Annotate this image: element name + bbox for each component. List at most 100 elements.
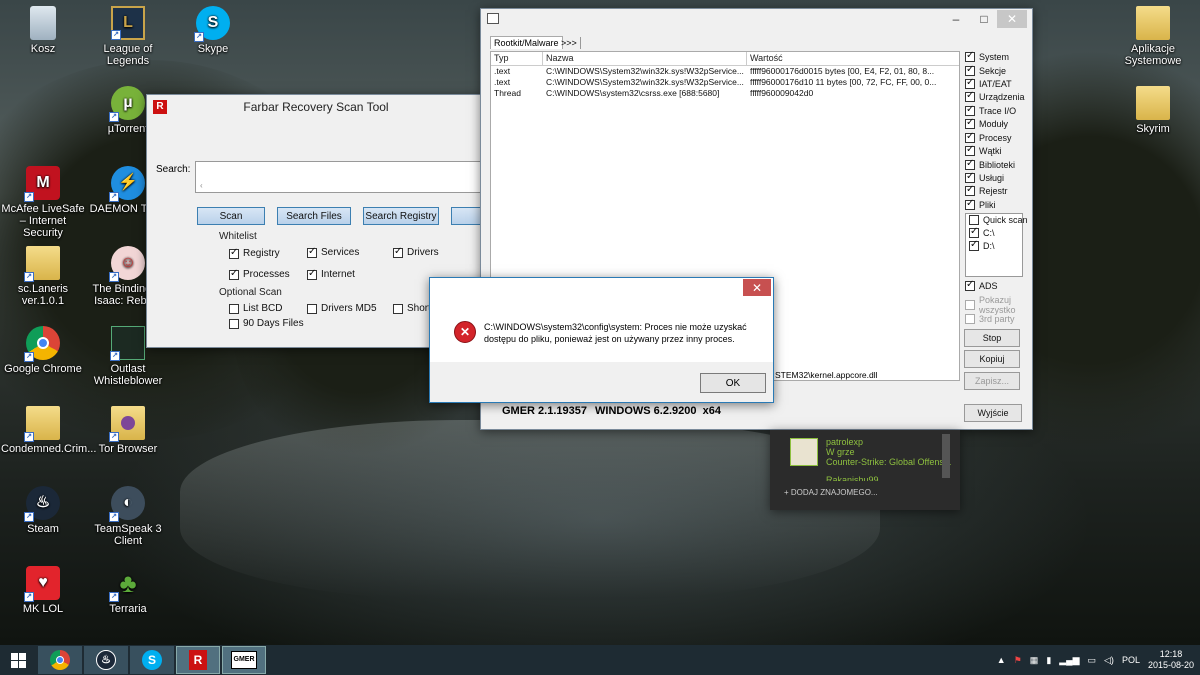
- taskbar-chrome[interactable]: [38, 646, 82, 674]
- option-moduly[interactable]: Moduły: [965, 117, 1008, 129]
- add-friend-button[interactable]: + DODAJ ZNAJOMEGO...: [784, 488, 878, 497]
- start-button[interactable]: [0, 646, 36, 674]
- whitelist-registry-checkbox[interactable]: Registry: [229, 247, 280, 259]
- option-pliki[interactable]: Pliki: [965, 198, 996, 210]
- desktop-icon-condemned[interactable]: ↗ Condemned.Crim...: [1, 406, 96, 455]
- table-row[interactable]: .text C:\WINDOWS\System32\win32k.sys!W32…: [491, 77, 959, 88]
- desktop-icon-recycle-bin[interactable]: Kosz: [1, 6, 85, 55]
- language-indicator[interactable]: POL: [1122, 655, 1140, 665]
- ok-button[interactable]: OK: [700, 373, 766, 393]
- taskbar-steam[interactable]: ♨: [84, 646, 128, 674]
- checkbox-icon: [969, 226, 979, 238]
- clock-time: 12:18: [1159, 649, 1183, 659]
- optional-90-days-files-checkbox[interactable]: 90 Days Files: [229, 318, 304, 329]
- checkbox-icon: [965, 300, 975, 310]
- network-icon[interactable]: ▮: [1046, 655, 1051, 666]
- error-titlebar[interactable]: ✕: [430, 278, 773, 298]
- signal-icon[interactable]: ▂▄▆: [1059, 655, 1079, 666]
- chat-icon[interactable]: ▭: [1088, 655, 1097, 666]
- skype-icon: S ↗: [194, 6, 230, 42]
- close-button[interactable]: ✕: [743, 279, 771, 296]
- drive-d[interactable]: D:\: [969, 239, 995, 251]
- desktop-icon-terraria[interactable]: ♣ ↗ Terraria: [86, 566, 170, 615]
- frst-titlebar[interactable]: R Farbar Recovery Scan Tool: [147, 95, 485, 119]
- option-3rd-party[interactable]: 3rd party: [965, 314, 1015, 324]
- checkbox-icon: [965, 314, 975, 324]
- tab-more[interactable]: >>>: [558, 37, 581, 49]
- drive-c[interactable]: C:\: [969, 226, 995, 238]
- column-value[interactable]: Wartość: [747, 52, 959, 65]
- table-row[interactable]: Thread C:\WINDOWS\system32\csrss.exe [68…: [491, 88, 959, 99]
- column-type[interactable]: Typ: [491, 52, 543, 65]
- column-name[interactable]: Nazwa: [543, 52, 747, 65]
- desktop-icon-sc-laneris[interactable]: ↗ sc.Laneris ver.1.0.1: [1, 246, 85, 307]
- stop-button[interactable]: Stop: [964, 329, 1020, 347]
- taskbar-frst[interactable]: R: [176, 646, 220, 674]
- optional-scan-label: Optional Scan: [219, 287, 282, 298]
- desktop-icon-google-chrome[interactable]: ↗ Google Chrome: [1, 326, 85, 375]
- exit-button[interactable]: Wyjście: [964, 404, 1022, 422]
- windows-tray-icon[interactable]: ▦: [1030, 655, 1039, 666]
- option-iat-eat[interactable]: IAT/EAT: [965, 77, 1012, 89]
- chrome-icon: ↗: [24, 326, 60, 362]
- option-biblioteki[interactable]: Biblioteki: [965, 158, 1015, 170]
- option-rejestr[interactable]: Rejestr: [965, 184, 1008, 196]
- checkbox-icon: [965, 77, 975, 89]
- option-sekcje[interactable]: Sekcje: [965, 64, 1006, 76]
- option-uslugi[interactable]: Usługi: [965, 171, 1004, 183]
- scan-button[interactable]: Scan: [197, 207, 265, 225]
- option-urzadzenia[interactable]: Urządzenia: [965, 90, 1025, 102]
- option-trace-io[interactable]: Trace I/O: [965, 104, 1016, 116]
- minimize-button[interactable]: –: [943, 10, 969, 28]
- desktop-icon-skyrim[interactable]: Skyrim: [1111, 86, 1195, 135]
- friend-entry[interactable]: patrolexp W grze Counter-Strike: Global …: [790, 437, 954, 473]
- optional-drivers-md5-checkbox[interactable]: Drivers MD5: [307, 303, 377, 314]
- save-button[interactable]: Zapisz...: [964, 372, 1020, 390]
- gmer-app-icon: [487, 13, 499, 24]
- whitelist-internet-checkbox[interactable]: Internet: [307, 268, 355, 280]
- option-watki[interactable]: Wątki: [965, 144, 1002, 156]
- option-procesy[interactable]: Procesy: [965, 131, 1012, 143]
- show-hidden-icons-icon[interactable]: ▲: [997, 655, 1006, 665]
- steam-icon: ♨: [96, 650, 116, 670]
- volume-icon[interactable]: ◁): [1104, 655, 1114, 666]
- taskbar-gmer[interactable]: GMER: [222, 646, 266, 674]
- search-input[interactable]: ‹: [195, 161, 487, 193]
- optional-list-bcd-checkbox[interactable]: List BCD: [229, 303, 282, 314]
- option-show-all[interactable]: Pokazuj wszystko: [965, 295, 1017, 315]
- maximize-button[interactable]: □: [971, 10, 997, 28]
- frst-icon: R: [189, 650, 207, 670]
- taskbar-skype[interactable]: S: [130, 646, 174, 674]
- friends-scrollbar[interactable]: [942, 434, 950, 478]
- search-files-button[interactable]: Search Files: [277, 207, 351, 225]
- search-registry-button[interactable]: Search Registry: [363, 207, 439, 225]
- scroll-left-icon[interactable]: ‹: [200, 181, 203, 190]
- clock[interactable]: 12:18 2015-08-20: [1148, 649, 1194, 671]
- whitelist-processes-checkbox[interactable]: Processes: [229, 268, 290, 280]
- action-center-flag-icon[interactable]: ⚑: [1014, 655, 1022, 666]
- gmer-version: GMER 2.1.19357: [502, 405, 587, 417]
- tab-rootkit-malware[interactable]: Rootkit/Malware: [490, 36, 563, 49]
- desktop-icon-aplikacje-systemowe[interactable]: Aplikacje Systemowe: [1111, 6, 1195, 67]
- desktop-icon-skype[interactable]: S ↗ Skype: [171, 6, 255, 55]
- option-ads[interactable]: ADS: [965, 279, 998, 291]
- windows-logo-icon: [10, 652, 26, 668]
- table-row[interactable]: .text C:\WINDOWS\System32\win32k.sys!W32…: [491, 66, 959, 77]
- gmer-titlebar[interactable]: – □ ✕: [481, 9, 1032, 29]
- whitelist-services-checkbox[interactable]: Services: [307, 246, 359, 258]
- desktop-icon-tor-browser[interactable]: ↗ Tor Browser: [86, 406, 170, 455]
- teamspeak-icon: ◐ ↗: [109, 486, 145, 522]
- desktop-icon-league-of-legends[interactable]: L ↗ League of Legends: [86, 6, 170, 67]
- desktop-icon-teamspeak[interactable]: ◐ ↗ TeamSpeak 3 Client: [86, 486, 170, 547]
- desktop-icon-steam[interactable]: ♨ ↗ Steam: [1, 486, 85, 535]
- close-button[interactable]: ✕: [997, 10, 1027, 28]
- drive-quick-scan[interactable]: Quick scan: [969, 215, 1028, 225]
- copy-button[interactable]: Kopiuj: [964, 350, 1020, 368]
- option-system[interactable]: System: [965, 50, 1009, 62]
- second-friend[interactable]: Rakanishu99: [826, 475, 879, 481]
- desktop-icon-mcafee[interactable]: M ↗ McAfee LiveSafe – Internet Security: [1, 166, 85, 239]
- whitelist-drivers-checkbox[interactable]: Drivers: [393, 246, 439, 258]
- error-icon: ✕: [454, 321, 476, 343]
- desktop-icon-mk-lol[interactable]: ♥ ↗ MK LOL: [1, 566, 85, 615]
- checkbox-icon: [229, 268, 239, 280]
